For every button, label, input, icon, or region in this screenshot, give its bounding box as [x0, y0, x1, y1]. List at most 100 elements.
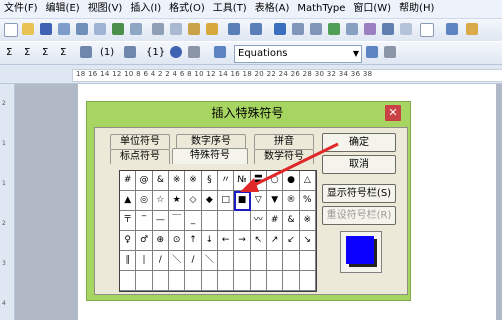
symbol-cell[interactable]: ∥	[120, 251, 137, 271]
hyperlink-icon[interactable]	[274, 23, 286, 35]
redo-icon[interactable]	[250, 23, 262, 35]
symbol-cell[interactable]: ＼	[201, 251, 218, 271]
sigma-button-3[interactable]: Σ	[42, 46, 48, 59]
symbol-cell[interactable]: &	[152, 171, 169, 191]
symbol-cell[interactable]: ↑	[185, 231, 202, 251]
symbol-cell[interactable]: ★	[169, 191, 186, 211]
symbol-cell[interactable]	[250, 271, 267, 291]
symbol-cell[interactable]: ◎	[136, 191, 153, 211]
symbol-cell[interactable]: ←	[218, 231, 235, 251]
symbol-cell[interactable]: ‾	[136, 211, 153, 231]
symbol-cell[interactable]	[250, 251, 267, 271]
symbol-cell[interactable]: ↘	[299, 231, 316, 251]
symbol-cell[interactable]: ▽	[250, 191, 267, 211]
toolbar-options-icon[interactable]	[384, 46, 396, 58]
chevron-down-icon[interactable]: ▼	[353, 48, 359, 59]
symbol-cell[interactable]: 〰	[250, 211, 267, 231]
symbol-cell[interactable]: ￣	[169, 211, 186, 231]
symbol-cell[interactable]: ▲	[120, 191, 137, 211]
symbol-cell[interactable]: 〃	[218, 171, 235, 191]
menu-help[interactable]: 帮助(H)	[395, 1, 438, 17]
symbol-cell[interactable]: ⊕	[152, 231, 169, 251]
symbol-cell[interactable]: ⊙	[169, 231, 186, 251]
sigma-button-4[interactable]: Σ	[60, 46, 66, 59]
symbol-cell[interactable]	[267, 251, 284, 271]
symbol-cell[interactable]: ●	[283, 171, 300, 191]
symbol-cell[interactable]	[120, 271, 137, 291]
equation-number-button[interactable]: (1)	[100, 46, 114, 59]
symbol-cell[interactable]: △	[299, 171, 316, 191]
cut-icon[interactable]	[152, 23, 164, 35]
symbol-cell[interactable]: &	[283, 211, 300, 231]
symbol-cell[interactable]	[169, 271, 186, 291]
equations-style-icon[interactable]	[214, 46, 226, 58]
symbol-cell[interactable]: ®	[283, 191, 300, 211]
cancel-button[interactable]: 取消	[322, 155, 396, 174]
symbol-cell[interactable]: ＼	[169, 251, 186, 271]
help-icon[interactable]	[466, 23, 478, 35]
globe-icon[interactable]	[170, 46, 182, 58]
columns-icon[interactable]	[346, 23, 358, 35]
equations-style-select[interactable]: Equations ▼	[234, 45, 362, 63]
undo-icon[interactable]	[228, 23, 240, 35]
symbol-cell[interactable]	[234, 251, 251, 271]
symbol-cell[interactable]: /	[152, 251, 169, 271]
menu-edit[interactable]: 编辑(E)	[42, 1, 84, 17]
toolbar-dropdown-icon[interactable]	[188, 46, 200, 58]
symbol-cell[interactable]: ↗	[267, 231, 284, 251]
symbol-cell[interactable]	[152, 271, 169, 291]
symbol-cell[interactable]: ◆	[201, 191, 218, 211]
symbol-cell[interactable]: ◇	[185, 191, 202, 211]
symbol-cell[interactable]	[136, 271, 153, 291]
copy-icon[interactable]	[170, 23, 182, 35]
tab-special-symbols[interactable]: 特殊符号	[172, 148, 248, 164]
symbol-cell[interactable]: ※	[299, 211, 316, 231]
symbol-cell[interactable]: □	[218, 191, 235, 211]
show-symbol-bar-button[interactable]: 显示符号栏(S)	[322, 184, 396, 203]
symbol-cell[interactable]: №	[234, 171, 251, 191]
symbol-cell[interactable]: ↙	[283, 231, 300, 251]
read-icon[interactable]	[446, 23, 458, 35]
print-icon[interactable]	[76, 23, 88, 35]
symbol-cell[interactable]	[234, 271, 251, 291]
new-document-icon[interactable]	[4, 23, 18, 37]
research-icon[interactable]	[130, 23, 142, 35]
symbol-cell[interactable]	[299, 271, 316, 291]
ok-button[interactable]: 确定	[322, 133, 396, 152]
symbol-cell[interactable]: _	[185, 211, 202, 231]
paste-icon[interactable]	[188, 23, 200, 35]
symbol-cell[interactable]: ↖	[250, 231, 267, 251]
insert-symbol-icon[interactable]	[80, 46, 92, 58]
go-arrow-icon[interactable]	[366, 46, 378, 58]
menu-file[interactable]: 文件(F)	[0, 1, 42, 17]
selected-symbol-cell[interactable]: ■	[234, 191, 251, 211]
drawing-icon[interactable]	[364, 23, 376, 35]
symbol-cell[interactable]: /	[185, 251, 202, 271]
permission-icon[interactable]	[58, 23, 70, 35]
symbol-cell[interactable]	[218, 271, 235, 291]
menu-window[interactable]: 窗口(W)	[349, 1, 395, 17]
insert-excel-icon[interactable]	[328, 23, 340, 35]
menu-table[interactable]: 表格(A)	[251, 1, 294, 17]
symbol-cell[interactable]: %	[299, 191, 316, 211]
symbol-cell[interactable]: ○	[267, 171, 284, 191]
symbol-cell[interactable]: ☆	[152, 191, 169, 211]
tab-unit-symbols[interactable]: 单位符号	[110, 134, 170, 149]
symbol-cell[interactable]	[234, 211, 251, 231]
save-icon[interactable]	[40, 23, 52, 35]
symbol-cell[interactable]: →	[234, 231, 251, 251]
menu-view[interactable]: 视图(V)	[84, 1, 127, 17]
symbol-cell[interactable]: #	[267, 211, 284, 231]
symbol-cell[interactable]: §	[201, 171, 218, 191]
symbol-cell[interactable]: @	[136, 171, 153, 191]
symbol-cell[interactable]	[299, 251, 316, 271]
symbol-cell[interactable]	[201, 211, 218, 231]
symbol-cell[interactable]: ※	[169, 171, 186, 191]
insert-reference-icon[interactable]	[124, 46, 136, 58]
symbol-cell[interactable]: ♀	[120, 231, 137, 251]
symbol-cell[interactable]: ※	[185, 171, 202, 191]
format-painter-icon[interactable]	[206, 23, 218, 35]
tab-pinyin[interactable]: 拼音	[254, 134, 314, 149]
print-preview-icon[interactable]	[94, 23, 106, 35]
insert-table-icon[interactable]	[310, 23, 322, 35]
